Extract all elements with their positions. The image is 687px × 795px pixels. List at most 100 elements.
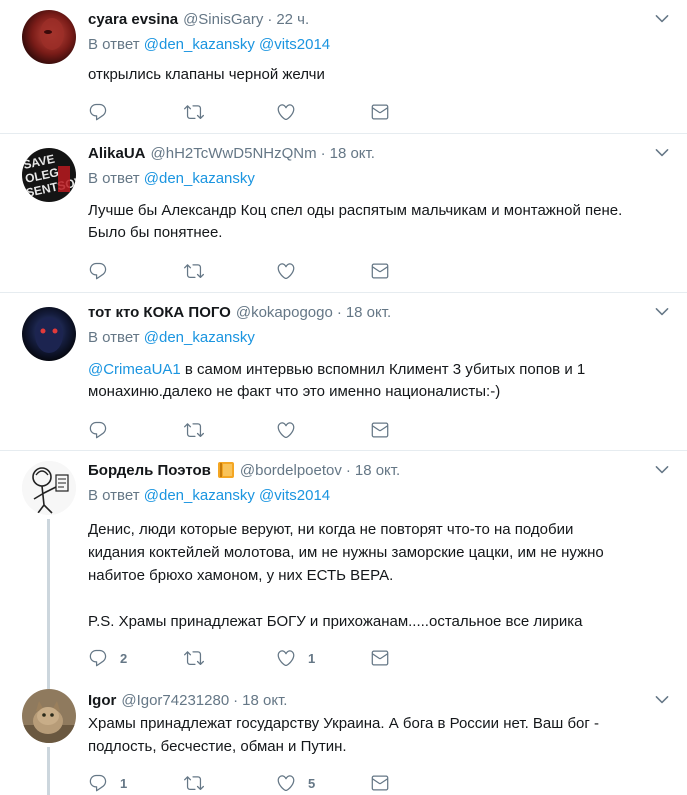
chevron-down-icon[interactable] <box>653 303 671 321</box>
timestamp[interactable]: 18 окт. <box>242 692 287 709</box>
author-name[interactable]: AlikaUA <box>88 145 146 162</box>
author-name[interactable]: Бордель Поэтов <box>88 462 211 479</box>
heart-icon <box>276 261 296 281</box>
tweet-text: @CrimeaUA1 в самом интервью вспомнил Кли… <box>88 359 667 403</box>
direct-message-button[interactable] <box>370 772 390 794</box>
reply-button[interactable]: 1 <box>88 772 127 794</box>
reply-count: 2 <box>120 650 128 666</box>
heart-icon <box>276 102 296 122</box>
reply-icon <box>88 102 108 122</box>
reply-prefix: В ответ <box>88 170 140 187</box>
reply-context: В ответ @den_kazansky <box>88 329 255 346</box>
mention-link[interactable]: @den_kazansky <box>144 329 255 346</box>
tweet-text-line: монахиню.далеко не факт что это именно н… <box>88 383 501 400</box>
tweet-text-line: Было бы понятнее. <box>88 224 223 241</box>
thread-connector <box>47 677 50 689</box>
direct-message-button[interactable] <box>370 260 390 282</box>
retweet-button[interactable] <box>184 101 204 123</box>
tweet[interactable]: cyara evsina @SinisGary · 22 ч. В ответ … <box>0 0 687 134</box>
like-button[interactable] <box>276 260 296 282</box>
tweet[interactable]: SAVE OLEG SENTSOV AlikaUA @hH2TcWwD5NHzQ… <box>0 134 687 293</box>
chevron-down-icon[interactable] <box>653 144 671 162</box>
like-button[interactable]: 5 <box>276 772 315 794</box>
author-handle[interactable]: @hH2TcWwD5NHzQNm <box>151 145 317 162</box>
reply-icon <box>88 261 108 281</box>
tweet[interactable]: тот кто КОКА ПОГО @kokapogogo · 18 окт. … <box>0 293 687 451</box>
retweet-button[interactable] <box>184 260 204 282</box>
tweet-text-line: P.S. Храмы принадлежат БОГУ и прихожанам… <box>88 613 583 630</box>
mention-link[interactable]: @CrimeaUA1 <box>88 361 181 378</box>
like-button[interactable] <box>276 101 296 123</box>
tweet[interactable]: Бордель Поэтов @bordelpoetov · 18 окт. В… <box>0 451 687 677</box>
timestamp[interactable]: 22 ч. <box>276 11 309 28</box>
reply-button[interactable] <box>88 419 108 441</box>
tweet-actions <box>88 419 418 441</box>
author-handle[interactable]: @SinisGary <box>183 11 263 28</box>
like-button[interactable] <box>276 419 296 441</box>
reply-prefix: В ответ <box>88 329 140 346</box>
reply-count: 1 <box>120 775 128 791</box>
separator-dot: · <box>320 144 326 162</box>
retweet-icon <box>184 773 204 793</box>
tweet-text-line <box>88 587 667 610</box>
avatar[interactable] <box>22 689 76 743</box>
direct-message-button[interactable] <box>370 101 390 123</box>
retweet-icon <box>184 420 204 440</box>
tweet-text-line: Храмы принадлежат государству Украина. А… <box>88 715 600 732</box>
author-name[interactable]: тот кто КОКА ПОГО <box>88 304 231 321</box>
tweet-text-line: подлость, бесчестие, обман и Путин. <box>88 738 347 755</box>
like-button[interactable]: 1 <box>276 647 315 669</box>
tweet-actions <box>88 260 418 282</box>
tweet-text: Денис, люди которые веруют, ни когда не … <box>88 518 667 633</box>
retweet-button[interactable] <box>184 419 204 441</box>
reply-button[interactable]: 2 <box>88 647 127 669</box>
avatar[interactable] <box>22 10 76 64</box>
chevron-down-icon[interactable] <box>653 691 671 709</box>
retweet-icon <box>184 102 204 122</box>
heart-icon <box>276 773 296 793</box>
separator-dot: · <box>233 691 239 709</box>
tweet-actions: 1 5 <box>88 772 418 794</box>
tweet-text: Лучше бы Александр Коц спел оды распятым… <box>88 200 667 244</box>
author-handle[interactable]: @kokapogogo <box>236 304 333 321</box>
thread-connector <box>47 747 50 795</box>
timestamp[interactable]: 18 окт. <box>355 462 400 479</box>
mention-link[interactable]: @vits2014 <box>259 36 330 53</box>
avatar[interactable] <box>22 461 76 515</box>
reply-icon <box>88 420 108 440</box>
direct-message-button[interactable] <box>370 647 390 669</box>
avatar[interactable] <box>22 307 76 361</box>
tweet[interactable]: Igor @Igor74231280 · 18 окт. Храмы прина… <box>0 677 687 795</box>
envelope-icon <box>370 648 390 668</box>
author-handle[interactable]: @bordelpoetov <box>240 462 342 479</box>
mention-link[interactable]: @den_kazansky <box>144 487 255 504</box>
envelope-icon <box>370 102 390 122</box>
retweet-button[interactable] <box>184 647 216 669</box>
chevron-down-icon[interactable] <box>653 461 671 479</box>
heart-icon <box>276 648 296 668</box>
reply-prefix: В ответ <box>88 36 140 53</box>
tweet-text-line: кидания коктейлей молотова, им не нужны … <box>88 544 604 561</box>
mention-link[interactable]: @vits2014 <box>259 487 330 504</box>
author-handle[interactable]: @Igor74231280 <box>121 692 229 709</box>
author-name[interactable]: Igor <box>88 692 116 709</box>
direct-message-button[interactable] <box>370 419 390 441</box>
book-icon <box>217 462 234 478</box>
chevron-down-icon[interactable] <box>653 10 671 28</box>
reply-button[interactable] <box>88 101 108 123</box>
author-name[interactable]: cyara evsina <box>88 11 178 28</box>
envelope-icon <box>370 261 390 281</box>
mention-link[interactable]: @den_kazansky <box>144 36 255 53</box>
like-count: 1 <box>308 650 316 666</box>
retweet-button[interactable] <box>184 772 216 794</box>
mention-link[interactable]: @den_kazansky <box>144 170 255 187</box>
reply-icon <box>88 648 108 668</box>
timestamp[interactable]: 18 окт. <box>346 304 391 321</box>
reply-context: В ответ @den_kazansky @vits2014 <box>88 36 330 53</box>
avatar[interactable]: SAVE OLEG SENTSOV <box>22 148 76 202</box>
timestamp[interactable]: 18 окт. <box>330 145 375 162</box>
tweet-text-line: Денис, люди которые веруют, ни когда не … <box>88 521 574 538</box>
envelope-icon <box>370 420 390 440</box>
reply-button[interactable] <box>88 260 108 282</box>
thread-connector <box>47 519 50 677</box>
